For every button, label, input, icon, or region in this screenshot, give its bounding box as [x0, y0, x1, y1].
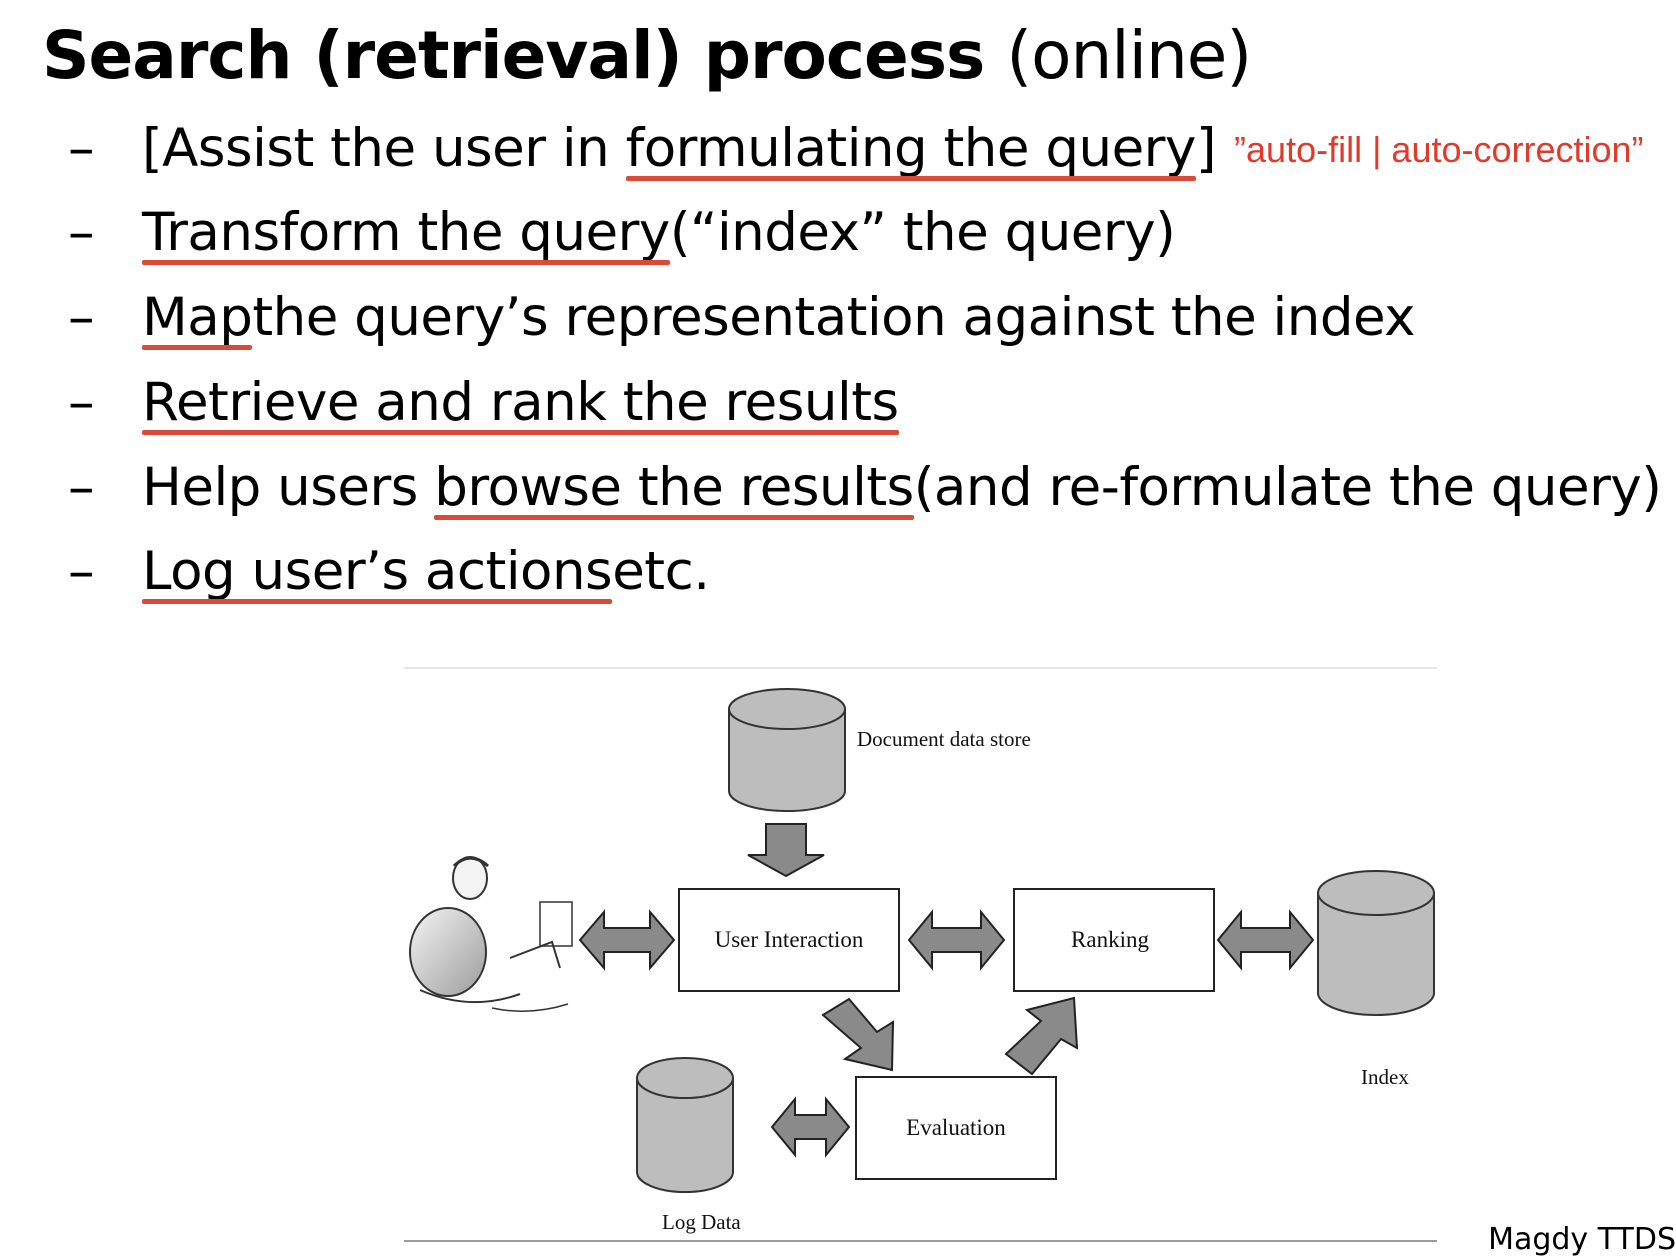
index-cylinder	[1317, 870, 1435, 1016]
diagonal-arrow-icon	[821, 997, 895, 1072]
evaluation-label: Evaluation	[906, 1115, 1006, 1140]
retrieval-process-diagram: Document data store User Interaction Ran…	[404, 667, 1437, 1242]
double-arrow-icon	[578, 909, 676, 971]
footer-attribution: Magdy TTDS	[1488, 1222, 1676, 1257]
down-arrow-icon	[747, 823, 825, 878]
document-store-label: Document data store	[857, 727, 1031, 751]
user-at-computer-icon	[409, 856, 573, 1012]
double-arrow-icon	[770, 1096, 851, 1158]
document-store-cylinder	[728, 688, 846, 812]
log-data-cylinder	[636, 1057, 734, 1193]
double-arrow-icon	[1216, 909, 1315, 971]
ranking-label: Ranking	[1071, 927, 1149, 952]
double-arrow-icon	[907, 909, 1006, 971]
index-label: Index	[1361, 1065, 1409, 1089]
user-interaction-label: User Interaction	[715, 927, 864, 952]
log-data-label: Log Data	[662, 1210, 741, 1234]
diagonal-arrow-icon	[1004, 996, 1079, 1076]
